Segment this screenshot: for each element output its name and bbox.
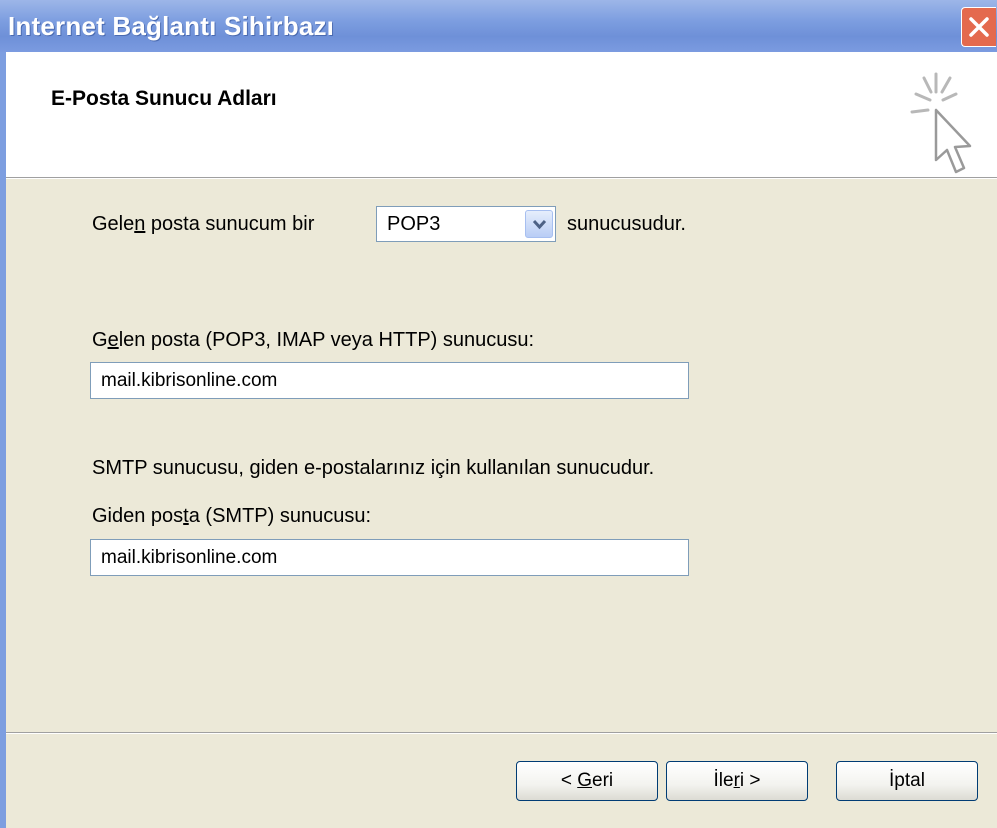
- close-icon: [969, 17, 989, 37]
- incoming-type-label: Gelen posta sunucum bir: [92, 213, 315, 235]
- incoming-server-value: mail.kibrisonline.com: [101, 370, 278, 391]
- footer-divider: [6, 732, 997, 734]
- window-title: Internet Bağlantı Sihirbazı: [8, 11, 335, 41]
- smtp-server-label: Giden posta (SMTP) sunucusu:: [92, 505, 372, 527]
- incoming-type-value: POP3: [387, 213, 441, 235]
- header-divider: [6, 177, 997, 179]
- wizard-window: Internet Bağlantı Sihirbazı E-Posta Sunu…: [0, 0, 997, 828]
- smtp-description: SMTP sunucusu, giden e-postalarınız için…: [92, 457, 655, 479]
- incoming-type-suffix: sunucusudur.: [567, 213, 686, 235]
- chevron-down-icon: [532, 219, 547, 230]
- wizard-cursor-icon: [910, 72, 972, 174]
- incoming-server-field[interactable]: mail.kibrisonline.com: [90, 362, 689, 399]
- incoming-type-select[interactable]: POP3: [376, 206, 556, 242]
- back-button[interactable]: < Geri: [516, 761, 658, 801]
- smtp-server-value: mail.kibrisonline.com: [101, 547, 278, 568]
- cancel-button[interactable]: İptal: [836, 761, 978, 801]
- dropdown-button[interactable]: [525, 210, 553, 238]
- page-title: E-Posta Sunucu Adları: [51, 87, 277, 110]
- wizard-header: E-Posta Sunucu Adları: [6, 52, 997, 177]
- close-button[interactable]: [961, 7, 996, 47]
- title-bar[interactable]: Internet Bağlantı Sihirbazı: [0, 0, 997, 52]
- incoming-server-label: Gelen posta (POP3, IMAP veya HTTP) sunuc…: [92, 329, 535, 351]
- next-button[interactable]: İleri >: [666, 761, 808, 801]
- smtp-server-field[interactable]: mail.kibrisonline.com: [90, 539, 689, 576]
